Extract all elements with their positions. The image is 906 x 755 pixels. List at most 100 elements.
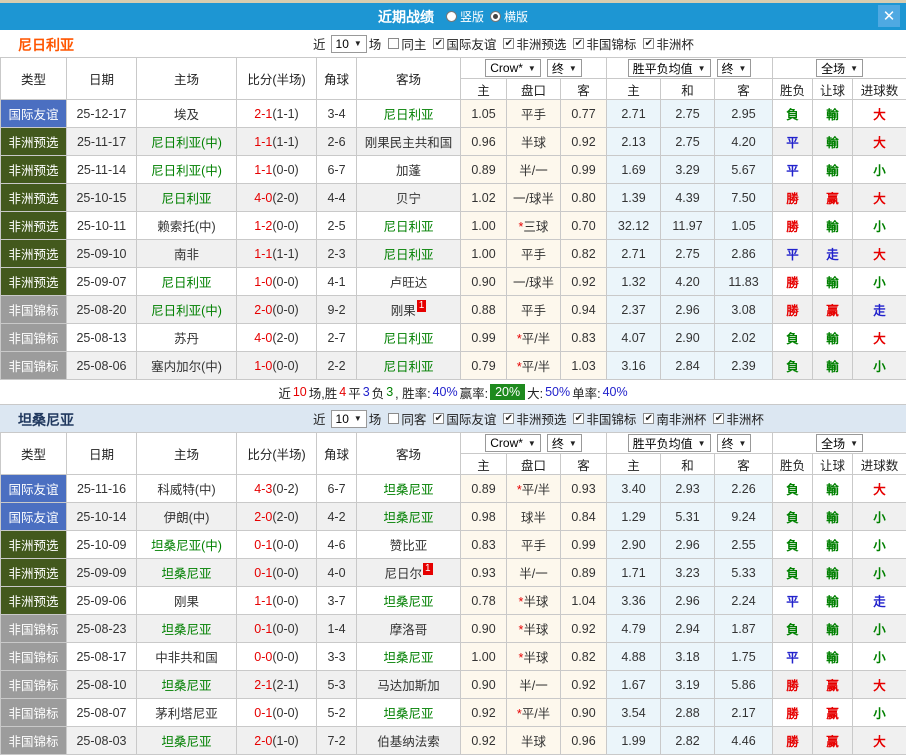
avg-select[interactable]: 胜平负均值 ▼ [627,434,711,452]
date-cell: 25-12-17 [66,99,137,128]
odds-group-header: Crow* ▼ 终 ▼ [459,432,608,454]
away-odds-cell: 0.89 [559,558,608,587]
horizontal-layout-label[interactable]: 横版 [504,8,528,25]
home-team-cell: 刚果 [136,586,237,615]
avg-away-cell: 1.05 [714,211,774,240]
league-checkbox-0[interactable]: ✔ [433,38,445,49]
final-select[interactable]: 终 ▼ [546,59,582,77]
corners-cell: 4-4 [316,183,357,212]
avg-draw-cell: 3.23 [660,558,716,587]
chevron-down-icon: ▼ [697,63,706,73]
avg-draw-cell: 2.75 [660,127,716,156]
goals-result-cell: 走 [852,586,906,615]
summary-segment-2: 场,胜 [308,386,338,401]
match-row: 非国锦标 25-08-13 苏丹 4-0(2-0) 2-7 尼日利亚 0.99 *平/半 0.8… [0,323,906,352]
halftime-score: (0-0) [272,218,299,233]
fullmatch-select[interactable]: 全场 ▼ [816,59,864,77]
team-name-text: 伊朗(中) [163,511,210,525]
date-cell: 25-09-09 [66,558,137,587]
fulltime-score: 0-1 [254,705,273,720]
final-select-2[interactable]: 终 ▼ [716,434,752,452]
league-checkbox-1[interactable]: ✔ [503,413,515,424]
team-name-text: 尼日利亚 [383,248,434,262]
away-odds-cell: 0.92 [559,670,608,699]
avg-draw-cell: 2.75 [660,99,716,128]
sub-odds-home-header: 主 [460,78,507,100]
result-cell: 負 [772,558,814,587]
league-checkbox-3[interactable]: ✔ [643,38,655,49]
chevron-down-icon: ▼ [850,63,859,73]
recent-results-dialog: 近期战绩 竖版 横版 ✕ 尼日利亚近 10 ▼ 场同主 ✔ 国际友谊 ✔ 非洲预选 ✔ 非国锦标 ✔… [0,0,906,755]
handicap-result-cell: 輸 [812,642,854,671]
summary-segment-9: 40% [432,385,458,399]
result-cell: 平 [772,239,814,268]
vertical-layout-label[interactable]: 竖版 [460,8,484,25]
home-team-cell: 坦桑尼亚 [136,670,237,699]
avg-away-cell: 3.08 [714,295,774,324]
avg-home-cell: 1.32 [606,267,662,296]
company-select[interactable]: Crow* ▼ [485,59,541,77]
avg-home-cell: 1.99 [606,726,662,755]
avg-select[interactable]: 胜平负均值 ▼ [627,59,711,77]
handicap-cell: 半/一 [506,670,561,699]
corners-cell: 3-7 [316,586,357,615]
avg-draw-cell: 2.94 [660,614,716,643]
final-select[interactable]: 终 ▼ [546,434,582,452]
home-odds-cell: 0.90 [460,670,507,699]
date-cell: 25-08-20 [66,295,137,324]
close-icon[interactable]: ✕ [878,5,900,27]
sub-result-header: 胜负 [772,78,814,100]
corners-cell: 2-3 [316,239,357,268]
team-name-text: 赞比亚 [389,539,428,553]
avg-home-cell: 1.69 [606,155,662,184]
company-select[interactable]: Crow* ▼ [485,434,541,452]
avg-away-cell: 11.83 [714,267,774,296]
halftime-score: (1-1) [272,246,299,261]
same-venue-label: 同客 [401,413,427,427]
league-checkbox-4[interactable]: ✔ [713,413,725,424]
handicap-result-cell: 輸 [812,474,854,503]
sub-avg-draw-header: 和 [660,78,716,100]
fullmatch-group-cell: 全场 ▼ [774,434,906,452]
avg-home-cell: 2.37 [606,295,662,324]
halftime-score: (0-0) [272,705,299,720]
corners-cell: 5-2 [316,698,357,727]
match-count-select[interactable]: 10 ▼ [330,409,367,428]
league-checkbox-2[interactable]: ✔ [573,38,585,49]
away-team-cell: 马达加斯加 [356,670,461,699]
vertical-layout-radio[interactable] [445,11,457,22]
score-cell: 1-2(0-0) [236,211,317,240]
red-card-badge: 1 [422,563,433,575]
handicap-cell: *平/半 [506,323,561,352]
date-cell: 25-09-07 [66,267,137,296]
fullmatch-select[interactable]: 全场 ▼ [816,434,864,452]
away-odds-cell: 0.82 [559,642,608,671]
avg-away-cell: 4.20 [714,127,774,156]
avg-away-cell: 7.50 [714,183,774,212]
home-team-cell: 坦桑尼亚(中) [136,530,237,559]
result-cell: 負 [772,351,814,380]
league-checkbox-0[interactable]: ✔ [433,413,445,424]
home-odds-cell: 0.92 [460,726,507,755]
chevron-down-icon: ▼ [353,414,362,423]
col-home-header: 主场 [136,57,237,100]
team-name-text: 南非 [173,248,199,262]
halftime-score: (0-0) [272,565,299,580]
team-name-text: 坦桑尼亚 [161,623,212,637]
horizontal-layout-radio[interactable] [490,11,501,22]
same-venue-checkbox[interactable] [388,413,400,424]
result-cell: 勝 [772,267,814,296]
same-venue-checkbox[interactable] [388,38,400,49]
corners-cell: 7-2 [316,726,357,755]
away-team-cell: 尼日利亚 [356,239,461,268]
type-cell: 非国锦标 [0,698,67,727]
league-checkbox-3[interactable]: ✔ [643,413,655,424]
league-checkbox-1[interactable]: ✔ [503,38,515,49]
league-checkbox-2[interactable]: ✔ [573,413,585,424]
col-type-header: 类型 [0,432,67,475]
match-count-select[interactable]: 10 ▼ [330,34,367,53]
team-name: 坦桑尼亚 [18,412,74,428]
final-select-2[interactable]: 终 ▼ [716,59,752,77]
score-cell: 1-1(1-1) [236,127,317,156]
company-select-value: Crow* [490,61,523,75]
